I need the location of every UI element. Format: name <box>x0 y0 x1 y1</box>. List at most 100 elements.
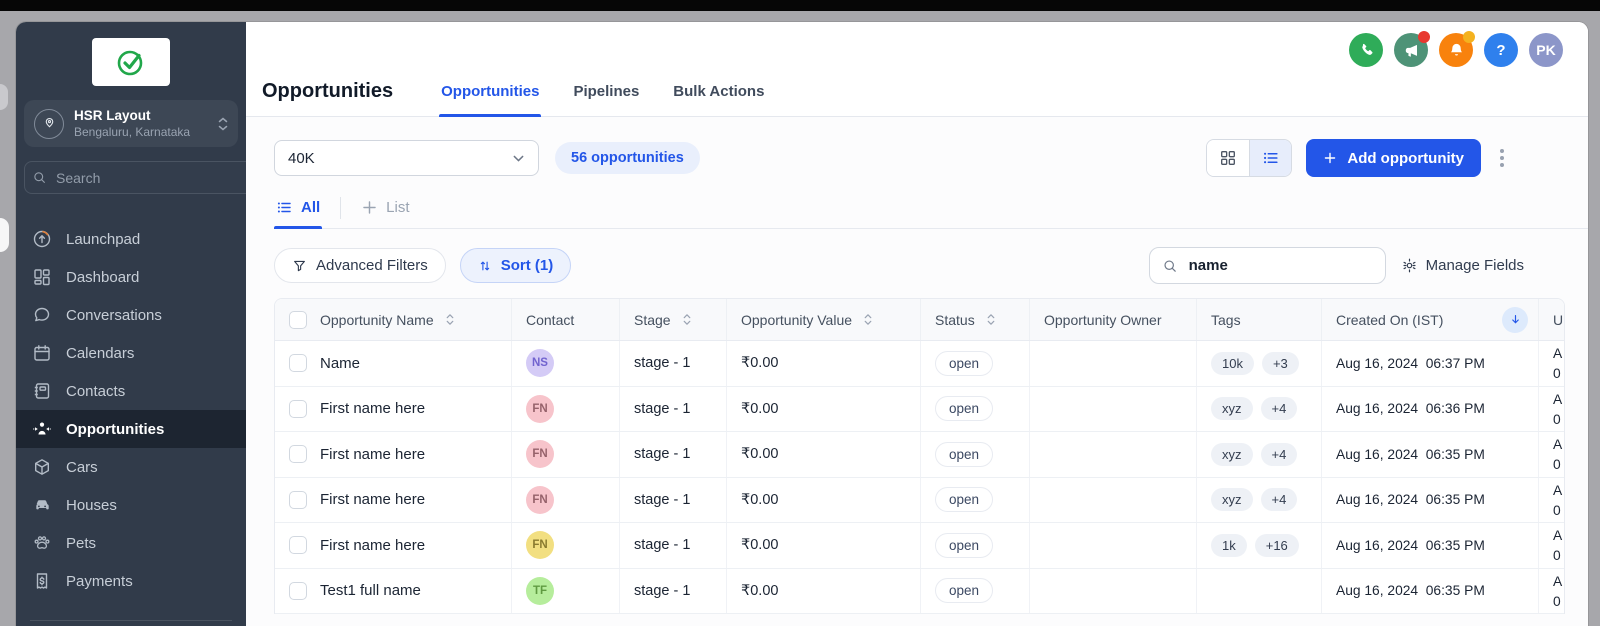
column-header-label: U <box>1553 312 1563 328</box>
sort-icon[interactable] <box>445 313 455 326</box>
launchpad-icon <box>32 229 52 249</box>
sidebar-item-cars[interactable]: Cars <box>16 448 246 486</box>
updated-on-cell-truncated: A 0 <box>1538 341 1565 386</box>
column-header-created-on-ist: Created On (IST) <box>1321 299 1538 340</box>
sort-icon[interactable] <box>986 313 996 326</box>
updated-on-cell-truncated: A 0 <box>1538 523 1565 568</box>
sidebar-item-calendars[interactable]: Calendars <box>16 334 246 372</box>
opportunity-value: ₹0.00 <box>741 492 778 508</box>
list-view-button[interactable] <box>1249 140 1291 176</box>
contact-avatar[interactable]: TF <box>526 577 554 605</box>
calendars-icon <box>32 343 52 363</box>
row-checkbox[interactable] <box>289 445 307 463</box>
row-checkbox[interactable] <box>289 354 307 372</box>
sort-icon[interactable] <box>682 313 692 326</box>
table-row[interactable]: First name here FN stage - 1 ₹0.00 open … <box>275 387 1564 433</box>
agency-logo <box>92 38 170 86</box>
add-opportunity-button[interactable]: Add opportunity <box>1306 139 1481 177</box>
sidebar-item-contacts[interactable]: Contacts <box>16 372 246 410</box>
chevron-up-down-icon <box>218 117 228 131</box>
content: 40K 56 opportunities Add opportunity <box>246 117 1588 626</box>
tags-cell: 10k+3 <box>1196 341 1321 386</box>
sidebar-item-payments[interactable]: Payments <box>16 562 246 600</box>
stage-value: stage - 1 <box>634 355 690 371</box>
add-list-button[interactable]: List <box>359 199 411 228</box>
status-badge: open <box>935 396 993 421</box>
board-view-button[interactable] <box>1207 140 1249 176</box>
sidebar-search-input[interactable] <box>54 169 239 187</box>
help-button[interactable]: ? <box>1484 33 1518 67</box>
location-switcher[interactable]: HSR Layout Bengaluru, Karnataka <box>24 100 238 147</box>
sidebar-item-dashboard[interactable]: Dashboard <box>16 258 246 296</box>
main-area: ? PK Opportunities Opportunities Pipeline… <box>246 22 1588 626</box>
pipeline-select[interactable]: 40K <box>274 140 539 176</box>
sidebar-item-label: Dashboard <box>66 269 139 286</box>
app-window: HSR Layout Bengaluru, Karnataka ⌘ K Lau <box>16 22 1588 626</box>
tab-all[interactable]: All <box>274 199 322 228</box>
contact-avatar[interactable]: NS <box>526 349 554 377</box>
tab-bulk-actions[interactable]: Bulk Actions <box>671 83 766 116</box>
header-tabs: Opportunities Pipelines Bulk Actions <box>439 83 766 116</box>
phone-button[interactable] <box>1349 33 1383 67</box>
sidebar-item-label: Launchpad <box>66 231 140 248</box>
tab-pipelines[interactable]: Pipelines <box>571 83 641 116</box>
table-search <box>1149 247 1386 284</box>
grid-view-icon <box>1219 149 1237 167</box>
opportunities-icon <box>32 419 52 439</box>
sidebar-item-label: Pets <box>66 535 96 552</box>
contact-avatar[interactable]: FN <box>526 440 554 468</box>
opportunity-owner-cell <box>1029 387 1196 432</box>
sort-icon[interactable] <box>863 313 873 326</box>
sidebar-item-label: Contacts <box>66 383 125 400</box>
stage-value: stage - 1 <box>634 401 690 417</box>
table-row[interactable]: First name here FN stage - 1 ₹0.00 open … <box>275 478 1564 524</box>
row-checkbox[interactable] <box>289 582 307 600</box>
opportunity-name: First name here <box>320 400 425 417</box>
updated-on-cell-truncated: A 0 <box>1538 387 1565 432</box>
opportunity-owner-cell <box>1029 341 1196 386</box>
select-all-checkbox[interactable] <box>289 311 307 329</box>
sidebar-item-opportunities[interactable]: Opportunities <box>16 410 246 448</box>
houses-icon <box>32 495 52 515</box>
column-header-label: Stage <box>634 312 671 328</box>
table-row[interactable]: First name here FN stage - 1 ₹0.00 open … <box>275 432 1564 478</box>
cars-icon <box>32 457 52 477</box>
sidebar-item-houses[interactable]: Houses <box>16 486 246 524</box>
contact-avatar[interactable]: FN <box>526 486 554 514</box>
page-title: Opportunities <box>262 80 393 116</box>
sidebar-item-conversations[interactable]: Conversations <box>16 296 246 334</box>
row-checkbox[interactable] <box>289 536 307 554</box>
conversations-icon <box>32 305 52 325</box>
contact-avatar[interactable]: FN <box>526 531 554 559</box>
column-header-u: U <box>1538 299 1565 340</box>
table-row[interactable]: Name NS stage - 1 ₹0.00 open 10k+3 Aug 1… <box>275 341 1564 387</box>
user-avatar[interactable]: PK <box>1529 33 1563 67</box>
sidebar-divider <box>30 620 232 621</box>
advanced-filters-button[interactable]: Advanced Filters <box>274 248 446 283</box>
more-options-button[interactable] <box>1494 143 1510 173</box>
sidebar-item-pets[interactable]: Pets <box>16 524 246 562</box>
updated-on-cell-truncated: A 0 <box>1538 569 1565 614</box>
notification-dot <box>1463 31 1475 43</box>
row-checkbox[interactable] <box>289 400 307 418</box>
plus-icon <box>1323 151 1337 165</box>
sidebar-item-launchpad[interactable]: Launchpad <box>16 220 246 258</box>
notifications-button[interactable] <box>1439 33 1473 67</box>
stage-value: stage - 1 <box>634 446 690 462</box>
avatar-initials: PK <box>1536 42 1555 58</box>
tab-opportunities[interactable]: Opportunities <box>439 83 541 116</box>
announcements-button[interactable] <box>1394 33 1428 67</box>
table-search-input[interactable] <box>1187 256 1373 275</box>
sort-descending-icon[interactable] <box>1502 307 1528 333</box>
sort-button[interactable]: Sort (1) <box>460 248 572 283</box>
table-body: Name NS stage - 1 ₹0.00 open 10k+3 Aug 1… <box>275 341 1564 614</box>
table-row[interactable]: Test1 full name TF stage - 1 ₹0.00 open … <box>275 569 1564 615</box>
manage-fields-button[interactable]: Manage Fields <box>1401 257 1524 274</box>
sidebar-nav: Launchpad Dashboard Conversations Calend… <box>16 220 246 600</box>
check-logo-icon <box>113 44 149 80</box>
contact-avatar[interactable]: FN <box>526 395 554 423</box>
column-header-label: Opportunity Value <box>741 312 852 328</box>
list-view-icon <box>1262 149 1280 167</box>
row-checkbox[interactable] <box>289 491 307 509</box>
table-row[interactable]: First name here FN stage - 1 ₹0.00 open … <box>275 523 1564 569</box>
